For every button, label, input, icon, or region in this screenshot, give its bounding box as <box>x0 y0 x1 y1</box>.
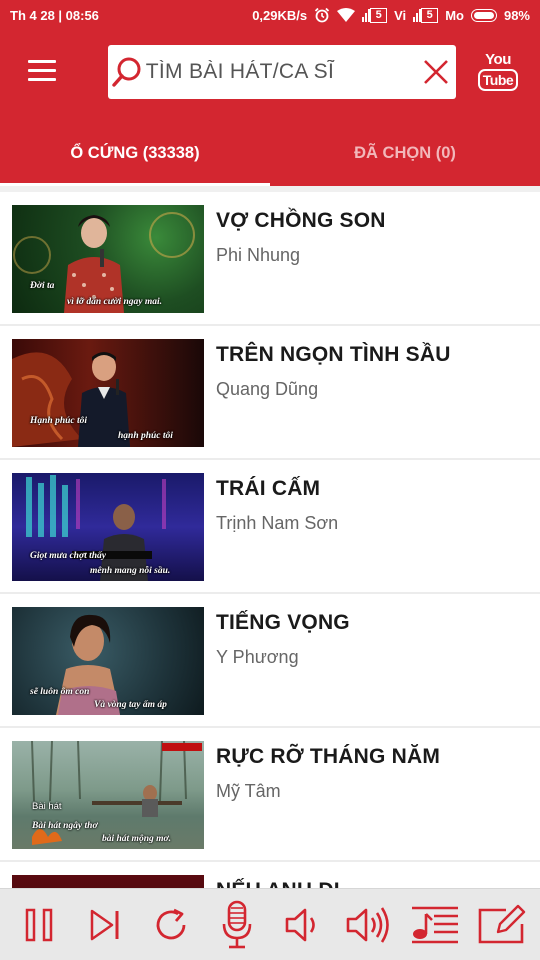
tab-hard-drive[interactable]: Ổ CỨNG (33338) <box>0 120 270 186</box>
song-artist: Quang Dũng <box>216 379 319 399</box>
song-artist: Trịnh Nam Sơn <box>216 513 339 533</box>
edit-icon[interactable] <box>475 897 527 953</box>
song-item[interactable]: Đời ta vì lỡ dấn cười ngay mai. VỢ CHỒNG… <box>0 192 540 324</box>
song-title: VỢ CHỒNG SON <box>216 209 386 232</box>
youtube-logo-top: You <box>485 51 511 68</box>
thumbnail-lyric-line: Đời ta <box>30 281 55 291</box>
song-artist: Mỹ Tâm <box>216 781 281 801</box>
status-datetime: Th 4 28 | 08:56 <box>10 7 99 23</box>
song-item[interactable]: NẾU ANH ĐI <box>0 862 540 888</box>
battery-level: 98% <box>503 7 530 23</box>
tab-selected[interactable]: ĐÃ CHỌN (0) <box>270 120 540 186</box>
thumbnail-lyric-line: Bài hát ngây thơ <box>32 821 98 831</box>
song-artist: Y Phương <box>216 647 299 667</box>
microphone-icon[interactable] <box>211 897 263 953</box>
battery-icon <box>470 8 497 22</box>
thumbnail-lyric-line: Giọt mưa chợt thấy <box>30 551 106 561</box>
signal-sim1-icon: 5 <box>362 7 388 23</box>
song-item[interactable]: sẽ luôn ôm con Và vòng tay ấm áp TIẾNG V… <box>0 594 540 726</box>
song-thumbnail: Bài hát Bài hát ngây thơ bài hát mộng mơ… <box>12 741 204 849</box>
skip-next-icon[interactable] <box>79 897 131 953</box>
tab-bar: Ổ CỨNG (33338) ĐÃ CHỌN (0) <box>0 120 540 186</box>
menu-icon[interactable] <box>28 60 56 82</box>
song-title: RỰC RỠ THÁNG NĂM <box>216 745 441 768</box>
sim1-badge: 5 <box>370 7 388 23</box>
signal-sim2-icon: 5 <box>413 7 439 23</box>
wifi-icon <box>337 8 356 22</box>
song-title: TRÁI CẤM <box>216 477 321 500</box>
thumbnail-lyric-line: sẽ luôn ôm con <box>30 687 90 697</box>
song-thumbnail: Giọt mưa chợt thấy mênh mang nỗi sầu. <box>12 473 204 581</box>
network-speed: 0,29KB/s <box>252 7 308 23</box>
song-thumbnail: Đời ta vì lỡ dấn cười ngay mai. <box>12 205 204 313</box>
song-item[interactable]: Bài hát Bài hát ngây thơ bài hát mộng mơ… <box>0 728 540 860</box>
volume-up-icon[interactable] <box>343 897 395 953</box>
thumbnail-lyric-line: Và vòng tay ấm áp <box>94 700 167 710</box>
thumbnail-lyric-line: vì lỡ dấn cười ngay mai. <box>67 297 163 307</box>
thumbnail-lyric-line: bài hát mộng mơ. <box>102 834 171 844</box>
thumbnail-lyric-line: Bài hát <box>32 801 62 812</box>
song-thumbnail: Hạnh phúc tôi hạnh phúc tôi <box>12 339 204 447</box>
volume-down-icon[interactable] <box>277 897 329 953</box>
song-title: TRÊN NGỌN TÌNH SẦU <box>216 343 451 366</box>
search-input[interactable] <box>145 60 417 84</box>
alarm-icon <box>314 7 330 23</box>
sim2-label: Mo <box>445 7 464 23</box>
song-title: NẾU ANH ĐI <box>216 879 340 888</box>
song-item[interactable]: Giọt mưa chợt thấy mênh mang nỗi sầu. TR… <box>0 460 540 592</box>
song-title: TIẾNG VỌNG <box>216 611 350 634</box>
playlist-icon[interactable] <box>409 897 461 953</box>
pause-icon[interactable] <box>13 897 65 953</box>
player-controls <box>0 888 540 960</box>
search-icon[interactable] <box>108 45 146 99</box>
youtube-button[interactable]: You Tube <box>476 52 520 96</box>
app-bar: You Tube <box>0 30 540 120</box>
song-list[interactable]: Đời ta vì lỡ dấn cười ngay mai. VỢ CHỒNG… <box>0 192 540 888</box>
thumbnail-lyric-line: hạnh phúc tôi <box>118 431 173 441</box>
clear-search-icon[interactable] <box>417 45 456 99</box>
song-thumbnail <box>12 875 204 888</box>
status-bar: Th 4 28 | 08:56 0,29KB/s 5 Vi 5 Mo 98% <box>0 0 540 30</box>
search-box <box>108 45 456 99</box>
thumbnail-lyric-line: mênh mang nỗi sầu. <box>90 566 171 576</box>
replay-icon[interactable] <box>145 897 197 953</box>
youtube-logo-bottom: Tube <box>477 69 519 91</box>
thumbnail-lyric-line: Hạnh phúc tôi <box>30 416 88 426</box>
song-item[interactable]: Hạnh phúc tôi hạnh phúc tôi TRÊN NGỌN TÌ… <box>0 326 540 458</box>
song-thumbnail: sẽ luôn ôm con Và vòng tay ấm áp <box>12 607 204 715</box>
sim2-badge: 5 <box>421 7 439 23</box>
song-artist: Phi Nhung <box>216 245 301 265</box>
sim1-label: Vi <box>394 7 407 23</box>
